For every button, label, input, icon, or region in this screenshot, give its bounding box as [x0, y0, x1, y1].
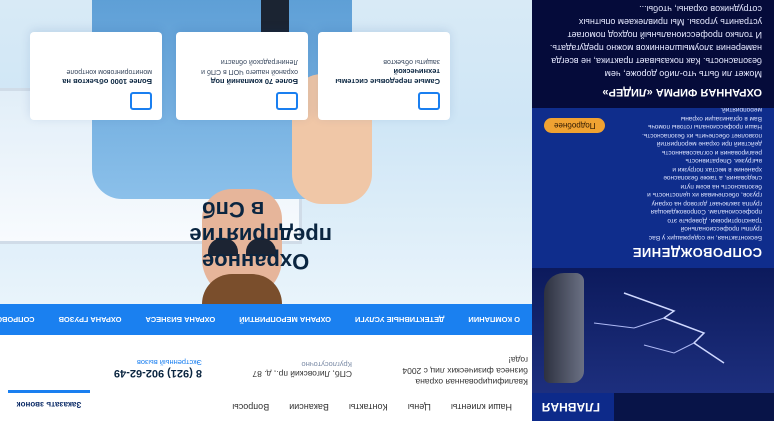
order-call-button[interactable]: Заказать звонок	[8, 390, 90, 416]
menu-item-vacancies[interactable]: Вакансии	[279, 402, 339, 412]
escort-section: СОПРОВОЖДЕНИЕ Бесконтактная, не содержащ…	[532, 106, 774, 268]
main-page: Наши клиенты Цены Контакты Вакансии Вопр…	[0, 0, 532, 421]
feature-card-monitoring: Более 1000 объектов на мониторинговом ко…	[30, 32, 162, 120]
nav-detective[interactable]: ДЕТЕКТИВНЫЕ УСЛУГИ	[343, 315, 456, 324]
escort-text: Бесконтактная, не содержащих у Вас групп…	[642, 106, 762, 242]
menu-item-prices[interactable]: Цены	[398, 402, 441, 412]
services-nav: О КОМПАНИИ ДЕТЕКТИВНЫЕ УСЛУГИ ОХРАНА МЕР…	[0, 304, 532, 335]
menu-item-contacts[interactable]: Контакты	[339, 402, 398, 412]
lider-title: ОХРАННАЯ ФИРМА «ЛИДЕР»	[602, 86, 762, 98]
escort-more-button[interactable]: Подробнее	[544, 118, 606, 133]
feature-card-systems: Самые передовые системы технической защи…	[318, 32, 450, 120]
address-block: СПб, Лиговский пр., д. 87 Круглосуточно	[252, 360, 352, 379]
emergency-call-label: Экстренный вызов	[136, 358, 202, 367]
promo-topnav: ГЛАВНАЯ	[532, 393, 774, 421]
phone-block[interactable]: 8 (921) 902-62-49 Экстренный вызов	[114, 358, 202, 379]
nav-about[interactable]: О КОМПАНИИ	[456, 315, 532, 324]
company-tagline: Квалифицированная охрана бизнеса физичес…	[402, 355, 528, 387]
hero-heading: Охранное предприятие в Спб	[189, 197, 332, 274]
page-root: ГЛАВНАЯ СОПРОВОЖДЕНИЕ Бесконтактная, не …	[0, 0, 774, 421]
camera-icon	[130, 92, 152, 110]
escort-title: СОПРОВОЖДЕНИЕ	[632, 245, 762, 260]
gargoyle-image	[544, 273, 584, 383]
feature-card-companies: Более 70 компаний под охраной нашего ЧОП…	[176, 32, 308, 120]
feature-title: Более 70 компаний под	[210, 77, 298, 86]
top-menu: Наши клиенты Цены Контакты Вакансии Вопр…	[222, 393, 522, 421]
top-header: Наши клиенты Цены Контакты Вакансии Вопр…	[0, 390, 532, 421]
phone-number[interactable]: 8 (921) 902-62-49	[114, 367, 202, 379]
lider-section: ОХРАННАЯ ФИРМА «ЛИДЕР» Может ли быть что…	[532, 0, 774, 108]
feature-title: Самые передовые системы технической	[335, 67, 440, 86]
nav-home-button[interactable]: ГЛАВНАЯ	[532, 393, 614, 421]
location-pin-icon	[276, 92, 298, 110]
feature-desc: защиты объектов	[383, 58, 440, 65]
nav-events[interactable]: ОХРАНА МЕРОПРИЯТИЙ	[227, 315, 343, 324]
menu-item-questions[interactable]: Вопросы	[222, 402, 279, 412]
cctv-icon	[418, 92, 440, 110]
feature-cards: Более 1000 объектов на мониторинговом ко…	[17, 10, 522, 120]
promo-hero	[532, 268, 774, 393]
address-hours: Круглосуточно	[301, 360, 353, 369]
promo-column: ГЛАВНАЯ СОПРОВОЖДЕНИЕ Бесконтактная, не …	[532, 0, 774, 421]
lightning-icon	[593, 292, 725, 364]
feature-title: Более 1000 объектов на	[62, 77, 152, 86]
nav-business[interactable]: ОХРАНА БИЗНЕСА	[133, 315, 227, 324]
nav-cargo-escort[interactable]: СОПРОВОЖДЕНИЕ ГРУЗОВ	[0, 315, 47, 324]
feature-desc: мониторинговом контроле	[66, 68, 152, 75]
feature-desc: охраной нашего ЧОП в СПб и Ленинградской…	[201, 58, 298, 75]
contacts-bar: Квалифицированная охрана бизнеса физичес…	[0, 337, 532, 393]
menu-item-clients[interactable]: Наши клиенты	[441, 402, 522, 412]
lider-text: Может ли быть что-либо дороже, чем безоп…	[549, 4, 762, 79]
nav-cargo[interactable]: ОХРАНА ГРУЗОВ	[47, 315, 134, 324]
address-text: СПб, Лиговский пр., д. 87	[252, 369, 352, 379]
